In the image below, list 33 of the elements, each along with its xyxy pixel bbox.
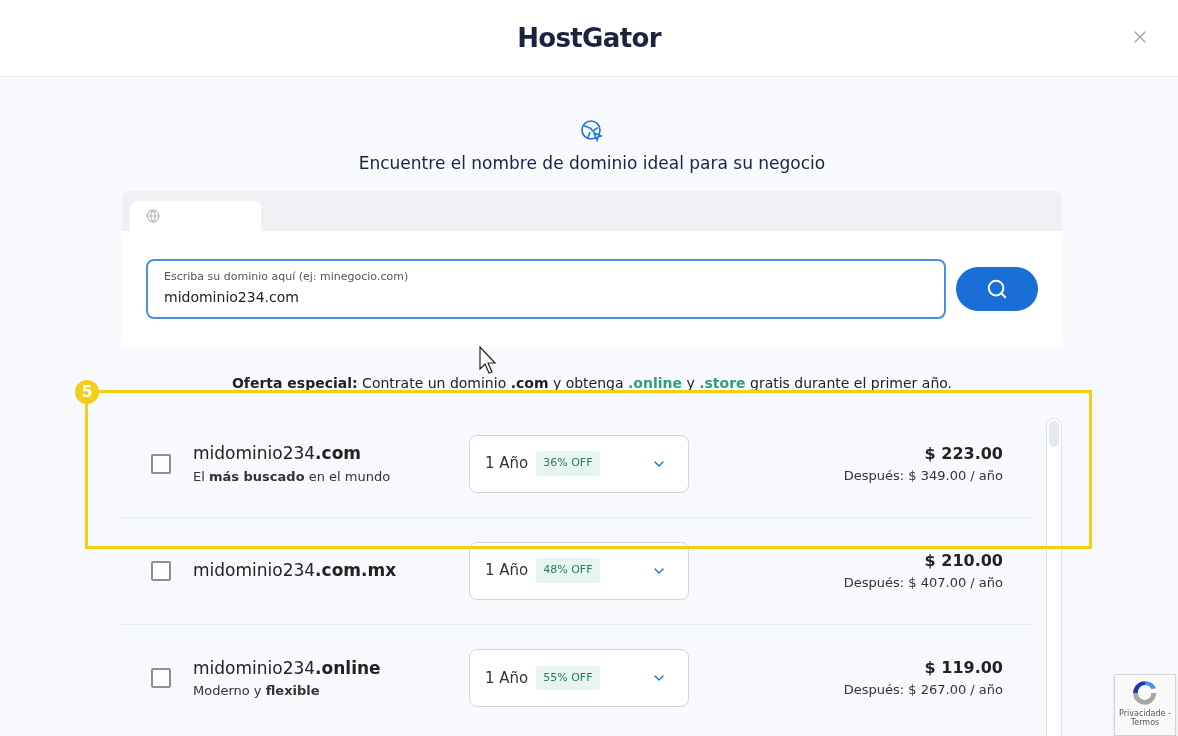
search-heading: Encuentre el nombre de dominio ideal para su negocio bbox=[358, 152, 826, 175]
discount-badge: 48% OFF bbox=[536, 558, 600, 583]
renewal-price: Después: $ 267.00 / año bbox=[843, 681, 1003, 700]
domain-subtitle: El más buscado en el mundo bbox=[193, 467, 392, 486]
price: $ 223.00 bbox=[924, 442, 1003, 465]
checkbox[interactable] bbox=[151, 668, 171, 688]
domain-input-field[interactable]: midominio234.com bbox=[164, 287, 928, 309]
recaptcha-badge[interactable]: Privacidade - Termos bbox=[1114, 674, 1176, 736]
term-dropdown[interactable]: 1 Año 48% OFF bbox=[469, 541, 689, 600]
domain-name: midominio234.com bbox=[193, 442, 363, 465]
term-dropdown[interactable]: 1 Año 55% OFF bbox=[469, 649, 689, 707]
renewal-price: Después: $ 407.00 / año bbox=[843, 573, 1003, 592]
field-label: Escriba su dominio aquí (ej: minegocio.com) bbox=[164, 268, 410, 285]
search-button[interactable] bbox=[956, 266, 1038, 311]
term-dropdown[interactable]: 1 Año 36% OFF bbox=[469, 434, 689, 493]
globe-icon bbox=[146, 208, 160, 223]
domain-name: midominio234.online bbox=[193, 656, 382, 680]
renewal-price: Después: $ 349.00 / año bbox=[843, 466, 1003, 485]
recaptcha-links: Privacidade - Termos bbox=[1118, 709, 1172, 727]
domain-subtitle: Moderno y flexible bbox=[193, 682, 321, 700]
step-badge: 5 bbox=[75, 380, 99, 404]
checkbox[interactable] bbox=[151, 453, 171, 474]
search-box[interactable]: Escriba su dominio aquí (ej: minegocio.com) midominio234.com bbox=[146, 258, 946, 319]
scrollbar-thumb[interactable] bbox=[1049, 420, 1059, 447]
discount-badge: 55% OFF bbox=[536, 665, 600, 691]
globe-cursor-icon bbox=[580, 119, 604, 143]
discount-badge: 36% OFF bbox=[536, 451, 600, 476]
checkbox[interactable] bbox=[151, 560, 171, 581]
search-icon bbox=[986, 277, 1008, 300]
domain-name: midominio234.com.mx bbox=[193, 558, 398, 582]
price: $ 119.00 bbox=[924, 657, 1003, 680]
price: $ 210.00 bbox=[924, 549, 1003, 572]
logo: HostGator bbox=[517, 21, 661, 55]
